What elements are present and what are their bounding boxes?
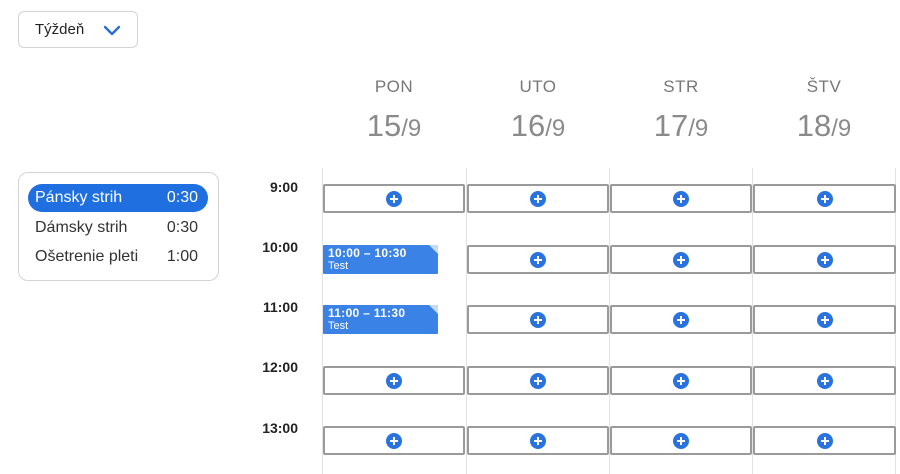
day-month: /9 [545,115,566,142]
plus-circle-icon [673,251,689,268]
plus-circle-icon [673,190,689,207]
add-slot[interactable] [753,426,896,455]
day-name: UTO [519,77,557,96]
plus-circle-icon [673,372,689,389]
plus-circle-icon [386,372,402,389]
event-corner [429,305,438,314]
event-title: Test [328,320,349,332]
time-label: 9:00 [269,179,298,195]
service-item-pansky-strih[interactable]: Pánsky strih 0:30 [28,184,208,212]
service-duration: 0:30 [166,219,198,236]
day-number: 16 [510,108,546,143]
plus-circle-icon [673,311,689,328]
event-block[interactable]: 10:00 – 10:30 Test [323,245,438,274]
service-list: Pánsky strih 0:30 Dámsky strih 0:30 Ošet… [18,172,219,281]
plus-circle-icon [816,372,833,389]
day-name: ŠTV [806,77,842,96]
event-time: 11:00 – 11:30 [328,306,406,320]
day-number: 15 [366,108,402,143]
day-name: PON [374,77,414,96]
service-item-osetrenie-pleti[interactable]: Ošetrenie pleti 1:00 [28,243,208,271]
day-month: /9 [688,115,709,142]
add-slot[interactable] [323,426,465,455]
add-slot[interactable] [610,426,752,455]
add-slot[interactable] [323,366,465,395]
day-month: /9 [401,115,422,142]
day-date: 16/9 [468,108,608,144]
time-label: 13:00 [262,420,298,436]
plus-circle-icon [530,311,546,328]
day-number: 17 [653,108,689,143]
event-block[interactable]: 11:00 – 11:30 Test [323,305,438,334]
plus-circle-icon [816,251,833,268]
plus-circle-icon [816,432,833,449]
add-slot[interactable] [753,366,896,395]
add-slot[interactable] [610,245,752,274]
service-item-damsky-strih[interactable]: Dámsky strih 0:30 [28,214,208,242]
add-slot[interactable] [753,305,896,334]
add-slot[interactable] [610,184,752,213]
day-number: 18 [796,108,832,143]
add-slot[interactable] [753,245,896,274]
plus-circle-icon [530,432,546,449]
time-label: 12:00 [262,359,298,375]
add-slot[interactable] [467,305,609,334]
add-slot[interactable] [467,426,609,455]
plus-circle-icon [816,311,833,328]
add-slot[interactable] [467,184,609,213]
chevron-down-icon [103,25,121,36]
plus-circle-icon [530,372,546,389]
add-slot[interactable] [323,184,465,213]
add-slot[interactable] [467,366,609,395]
plus-circle-icon [816,190,833,207]
day-month: /9 [831,115,852,142]
event-title: Test [328,260,349,272]
week-calendar-view: Týždeň Pánsky strih 0:30 Dámsky strih 0:… [0,0,900,474]
time-label: 10:00 [262,239,298,255]
day-date: 15/9 [324,108,464,144]
service-duration: 1:00 [166,248,198,265]
add-slot[interactable] [610,305,752,334]
add-slot[interactable] [467,245,609,274]
service-name: Pánsky strih [35,189,123,206]
plus-circle-icon [673,432,689,449]
time-label: 11:00 [262,299,298,315]
event-corner [429,245,438,254]
add-slot[interactable] [610,366,752,395]
plus-circle-icon [530,251,546,268]
day-date: 18/9 [754,108,894,144]
day-date: 17/9 [611,108,751,144]
plus-circle-icon [530,190,546,207]
service-duration: 0:30 [166,189,198,206]
plus-circle-icon [386,190,402,207]
view-select-label: Týždeň [35,21,85,38]
service-name: Ošetrenie pleti [35,248,139,265]
add-slot[interactable] [753,184,896,213]
event-time: 10:00 – 10:30 [328,246,407,260]
view-select[interactable]: Týždeň [18,11,138,48]
plus-circle-icon [386,432,402,449]
day-name: STR [663,77,699,96]
service-name: Dámsky strih [35,219,128,236]
